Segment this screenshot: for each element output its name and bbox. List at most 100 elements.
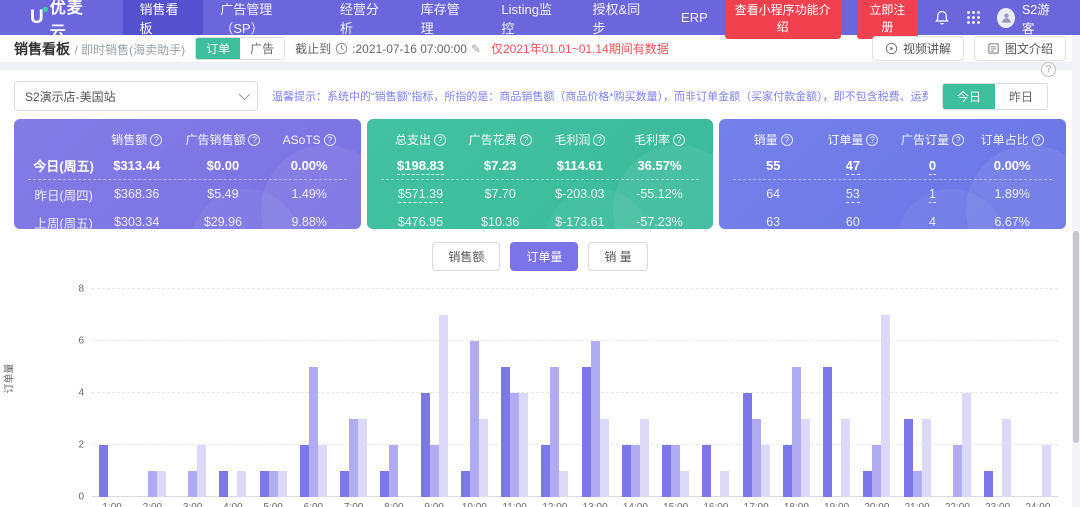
nav-item-4[interactable]: Listing监控: [484, 0, 575, 35]
help-circle-icon[interactable]: ?: [952, 134, 964, 146]
store-select[interactable]: S2演示店-美国站: [14, 81, 258, 111]
card-value-link[interactable]: $476.95: [398, 215, 443, 229]
bar-上周[interactable]: [881, 315, 890, 497]
bar-上周[interactable]: [640, 419, 649, 497]
help-circle-icon[interactable]: ?: [248, 134, 260, 146]
bar-今日[interactable]: [300, 445, 309, 497]
bar-昨日[interactable]: [269, 471, 278, 497]
bar-上周[interactable]: [720, 471, 729, 497]
help-icon[interactable]: ?: [1041, 62, 1056, 77]
bar-今日[interactable]: [260, 471, 269, 497]
help-circle-icon[interactable]: ?: [866, 134, 878, 146]
bar-上周[interactable]: [358, 419, 367, 497]
bell-icon[interactable]: [934, 10, 950, 26]
bar-今日[interactable]: [904, 419, 913, 497]
card-value-link[interactable]: 4: [929, 215, 936, 229]
app-logo[interactable]: U 优麦云: [0, 0, 123, 35]
image-guide-button[interactable]: 图文介绍: [974, 36, 1066, 61]
bar-今日[interactable]: [863, 471, 872, 497]
bar-昨日[interactable]: [389, 445, 398, 497]
bar-上周[interactable]: [1042, 445, 1051, 497]
nav-item-6[interactable]: ERP: [664, 0, 725, 35]
tab-order-ad-0[interactable]: 订单: [196, 38, 240, 59]
bar-昨日[interactable]: [953, 445, 962, 497]
chart-tab-0[interactable]: 销售额: [432, 242, 500, 271]
card-value-link[interactable]: $571.39: [398, 187, 443, 203]
bar-昨日[interactable]: [148, 471, 157, 497]
bar-上周[interactable]: [600, 419, 609, 497]
bar-今日[interactable]: [501, 367, 510, 497]
bar-昨日[interactable]: [752, 419, 761, 497]
help-circle-icon[interactable]: ?: [520, 134, 532, 146]
bar-昨日[interactable]: [792, 367, 801, 497]
bar-昨日[interactable]: [671, 445, 680, 497]
nav-item-5[interactable]: 授权&同步: [576, 0, 665, 35]
card-value-link[interactable]: 47: [846, 158, 860, 175]
bar-今日[interactable]: [541, 445, 550, 497]
bar-昨日[interactable]: [872, 445, 881, 497]
bar-昨日[interactable]: [913, 471, 922, 497]
help-circle-icon[interactable]: ?: [150, 134, 162, 146]
help-circle-icon[interactable]: ?: [593, 134, 605, 146]
nav-item-1[interactable]: 广告管理（SP）: [203, 0, 323, 35]
card-value-link[interactable]: $198.83: [397, 158, 444, 175]
bar-今日[interactable]: [461, 471, 470, 497]
help-circle-icon[interactable]: ?: [324, 134, 336, 146]
bar-上周[interactable]: [801, 419, 810, 497]
help-circle-icon[interactable]: ?: [434, 134, 446, 146]
scrollbar-thumb[interactable]: [1073, 231, 1079, 443]
tab-order-ad-1[interactable]: 广告: [240, 38, 284, 59]
bar-昨日[interactable]: [510, 393, 519, 497]
help-circle-icon[interactable]: ?: [781, 134, 793, 146]
bar-上周[interactable]: [841, 419, 850, 497]
bar-今日[interactable]: [340, 471, 349, 497]
bar-今日[interactable]: [99, 445, 108, 497]
bar-昨日[interactable]: [309, 367, 318, 497]
page-scrollbar[interactable]: [1072, 35, 1080, 507]
bar-今日[interactable]: [582, 367, 591, 497]
tab-day-0[interactable]: 今日: [943, 84, 995, 109]
bar-今日[interactable]: [702, 445, 711, 497]
bar-昨日[interactable]: [470, 341, 479, 497]
card-value-link[interactable]: 1: [929, 187, 936, 203]
nav-item-0[interactable]: 销售看板: [123, 0, 204, 35]
bar-上周[interactable]: [680, 471, 689, 497]
card-value-link[interactable]: 0: [929, 158, 936, 175]
card-value-link[interactable]: 60: [846, 215, 860, 229]
bar-今日[interactable]: [622, 445, 631, 497]
bar-昨日[interactable]: [631, 445, 640, 497]
video-guide-button[interactable]: 视频讲解: [872, 36, 964, 61]
nav-item-3[interactable]: 库存管理: [404, 0, 485, 35]
bar-昨日[interactable]: [591, 341, 600, 497]
bar-今日[interactable]: [421, 393, 430, 497]
bar-上周[interactable]: [962, 393, 971, 497]
bar-今日[interactable]: [984, 471, 993, 497]
card-value-link[interactable]: 53: [846, 187, 860, 203]
bar-上周[interactable]: [278, 471, 287, 497]
bar-今日[interactable]: [662, 445, 671, 497]
bar-上周[interactable]: [157, 471, 166, 497]
bar-上周[interactable]: [922, 419, 931, 497]
bar-昨日[interactable]: [349, 419, 358, 497]
bar-今日[interactable]: [380, 471, 389, 497]
bar-昨日[interactable]: [430, 445, 439, 497]
bar-上周[interactable]: [519, 393, 528, 497]
bar-上周[interactable]: [439, 315, 448, 497]
bar-上周[interactable]: [237, 471, 246, 497]
apps-grid-icon[interactable]: [966, 10, 981, 25]
bar-上周[interactable]: [197, 445, 206, 497]
bar-上周[interactable]: [761, 445, 770, 497]
bar-上周[interactable]: [559, 471, 568, 497]
bar-今日[interactable]: [219, 471, 228, 497]
register-button[interactable]: 立即注册: [857, 0, 918, 39]
tab-day-1[interactable]: 昨日: [995, 84, 1047, 109]
bar-昨日[interactable]: [550, 367, 559, 497]
bar-上周[interactable]: [318, 445, 327, 497]
help-circle-icon[interactable]: ?: [1032, 134, 1044, 146]
chart-tab-2[interactable]: 销 量: [588, 242, 647, 271]
bar-昨日[interactable]: [188, 471, 197, 497]
user-menu[interactable]: S2游客: [997, 0, 1058, 37]
bar-上周[interactable]: [479, 419, 488, 497]
bar-上周[interactable]: [1002, 419, 1011, 497]
edit-pencil-icon[interactable]: ✎: [471, 42, 481, 56]
